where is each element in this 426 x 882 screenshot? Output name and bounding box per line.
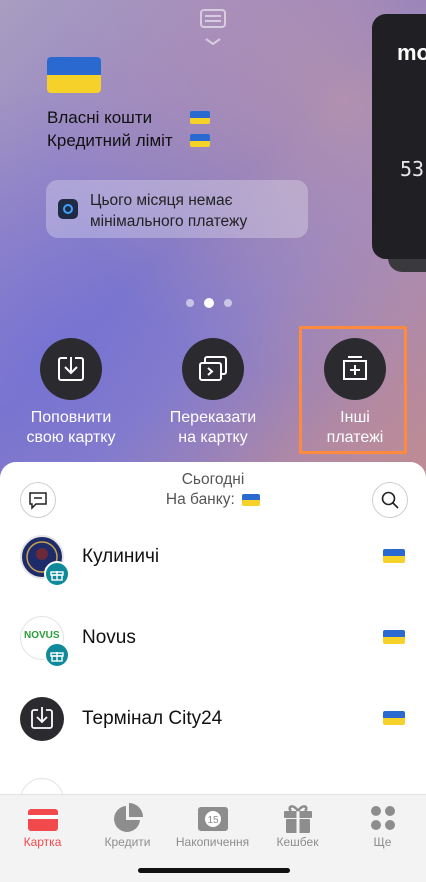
top-up-label-2: свою картку — [26, 429, 116, 446]
savings-icon: 15 — [170, 801, 255, 835]
transaction-row[interactable]: Термінал City24 — [0, 697, 426, 777]
ukraine-flag-icon — [383, 630, 405, 644]
page-dot[interactable] — [186, 299, 194, 307]
own-funds-label: Власні кошти — [47, 108, 153, 127]
tab-label: Кредити — [104, 835, 151, 849]
tab-savings[interactable]: 15 Накопичення — [170, 795, 255, 849]
tab-label: Кешбек — [276, 835, 319, 849]
tab-card[interactable]: Картка — [0, 795, 85, 849]
savings-badge: 15 — [207, 815, 219, 826]
card-icon — [0, 801, 85, 835]
transaction-name: Термінал City24 — [82, 708, 223, 729]
transaction-row[interactable]: NOVUS Novus — [0, 616, 426, 696]
search-button[interactable] — [372, 482, 408, 518]
info-icon — [58, 199, 78, 219]
ukraine-flag-icon — [383, 711, 405, 725]
pie-chart-icon — [85, 801, 170, 835]
tab-label: Картка — [23, 835, 62, 849]
ukraine-flag-icon — [242, 493, 261, 506]
credit-limit-row[interactable]: Кредитний ліміт — [47, 131, 210, 151]
top-up-label-1: Поповнити — [30, 409, 112, 426]
tab-credits[interactable]: Кредити — [85, 795, 170, 849]
download-icon — [40, 338, 102, 400]
transfer-icon — [182, 338, 244, 400]
transfer-to-card-button[interactable]: Переказати на картку — [143, 338, 283, 448]
tab-more[interactable]: Ще — [340, 795, 425, 849]
ukraine-flag-icon — [47, 57, 101, 93]
cashback-gift-icon — [44, 561, 70, 587]
minimum-payment-notice[interactable]: Цього місяця немає мінімального платежу — [46, 180, 308, 238]
bank-card[interactable]: mo 53 — [372, 14, 426, 259]
transaction-name: Novus — [82, 627, 136, 648]
card-brand: mo — [397, 40, 426, 65]
gift-icon — [255, 801, 340, 835]
page-dot-active[interactable] — [204, 298, 214, 308]
bank-label: На банку: — [165, 491, 235, 508]
transaction-name: Кулиничі — [82, 546, 160, 567]
transfer-label-1: Переказати — [169, 409, 257, 426]
credit-limit-label: Кредитний ліміт — [47, 131, 173, 150]
page-dot[interactable] — [224, 299, 232, 307]
chat-icon — [29, 492, 47, 510]
top-up-button[interactable]: Поповнити свою картку — [1, 338, 141, 448]
transfer-label-2: на картку — [178, 429, 248, 446]
day-label: Сьогодні — [181, 471, 245, 488]
ukraine-flag-icon — [383, 549, 405, 563]
sheet-header: Сьогодні На банку: — [0, 470, 426, 510]
own-funds-row[interactable]: Власні кошти — [47, 108, 210, 128]
tab-label: Накопичення — [175, 835, 250, 849]
search-icon — [381, 491, 399, 509]
notice-text: Цього місяця немає мінімального платежу — [90, 192, 248, 230]
transaction-row[interactable]: Кулиничі — [0, 535, 426, 615]
download-icon — [20, 697, 64, 741]
ukraine-flag-icon — [190, 134, 210, 147]
chat-button[interactable] — [20, 482, 56, 518]
home-indicator[interactable] — [138, 868, 290, 873]
cashback-gift-icon — [44, 642, 70, 668]
highlight-box — [299, 326, 407, 454]
more-icon — [340, 801, 425, 835]
ukraine-flag-icon — [190, 111, 210, 124]
tab-cashback[interactable]: Кешбек — [255, 795, 340, 849]
card-number: 53 — [400, 157, 425, 181]
page-indicator — [186, 298, 232, 308]
stacked-cards-icon[interactable] — [197, 8, 229, 48]
tab-label: Ще — [373, 835, 392, 849]
